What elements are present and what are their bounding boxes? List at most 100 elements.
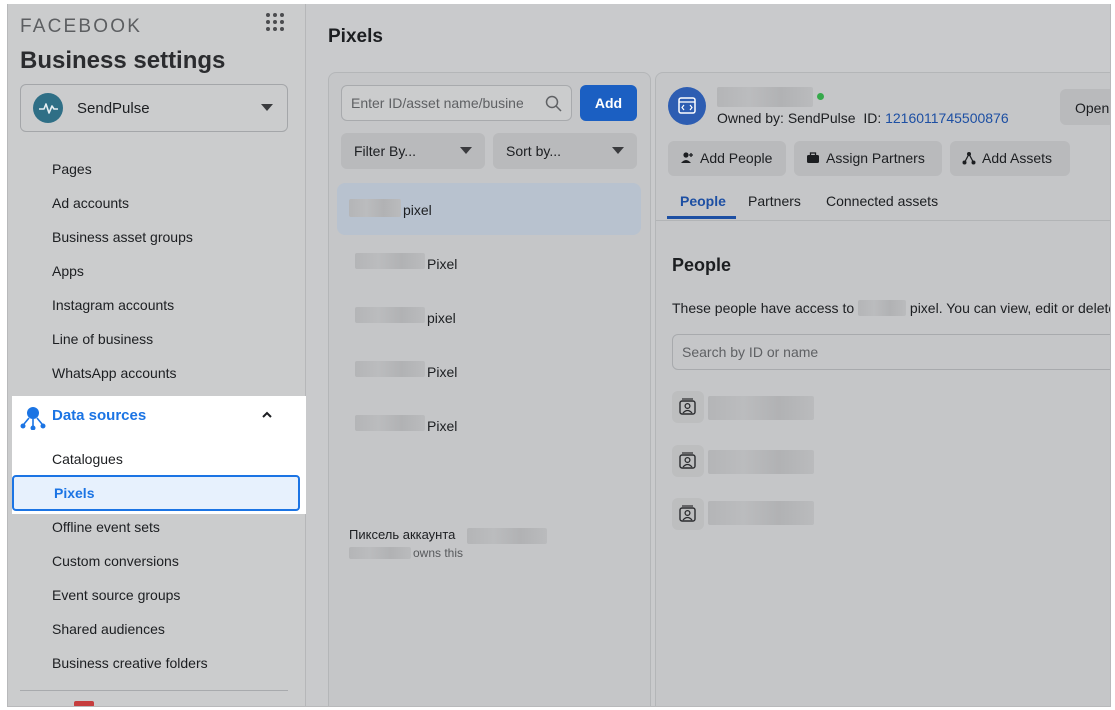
person-avatar xyxy=(672,498,704,530)
sidebar-item-ad-accounts[interactable]: Ad accounts xyxy=(52,195,129,211)
tab-people[interactable]: People xyxy=(680,193,726,209)
redacted-person-name xyxy=(708,501,814,525)
pixels-page-title: Pixels xyxy=(328,26,383,47)
redacted-person-name xyxy=(708,450,814,474)
people-search[interactable] xyxy=(672,334,1110,370)
sidebar-item-offline-event-sets[interactable]: Offline event sets xyxy=(52,519,160,535)
redacted-owner xyxy=(349,547,411,559)
tab-connected-assets[interactable]: Connected assets xyxy=(826,193,938,209)
add-assets-button[interactable]: Add Assets xyxy=(950,141,1070,176)
sidebar-section-data-sources[interactable]: Data sources xyxy=(52,407,146,424)
person-row[interactable] xyxy=(672,445,822,479)
owned-by-label: Owned by: SendPulse xyxy=(717,110,856,126)
pixel-label: pixel xyxy=(427,310,456,326)
person-avatar xyxy=(672,391,704,423)
pixel-list-item[interactable]: pixel xyxy=(337,183,641,235)
nodes-icon xyxy=(962,152,976,165)
person-row[interactable] xyxy=(672,391,822,425)
apps-grid-icon[interactable] xyxy=(266,13,286,33)
sidebar-item-apps[interactable]: Apps xyxy=(52,263,84,279)
assign-partners-label: Assign Partners xyxy=(826,150,925,166)
active-tab-indicator xyxy=(667,216,736,219)
people-search-input[interactable] xyxy=(673,335,1110,369)
account-avatar xyxy=(33,93,63,123)
sort-dropdown[interactable]: Sort by... xyxy=(493,133,637,169)
sidebar-item-label: Pixels xyxy=(54,485,95,501)
add-person-icon xyxy=(681,152,693,163)
id-label: ID: xyxy=(863,110,882,126)
tab-divider xyxy=(656,220,1110,221)
search-icon[interactable] xyxy=(545,95,562,112)
sidebar-item-pages[interactable]: Pages xyxy=(52,161,92,177)
add-button[interactable]: Add xyxy=(580,85,637,121)
pixel-label: pixel xyxy=(403,202,432,218)
chevron-down-icon xyxy=(612,147,624,154)
people-desc-prefix: These people have access to xyxy=(672,300,855,316)
account-pixel-label[interactable]: Пиксель аккаунта xyxy=(349,527,455,542)
people-heading: People xyxy=(672,255,732,275)
people-desc-suffix: pixel. You can view, edit or delete xyxy=(909,300,1111,316)
assign-partners-button[interactable]: Assign Partners xyxy=(794,141,942,176)
person-card-icon xyxy=(679,452,696,469)
sidebar-item-whatsapp-accounts[interactable]: WhatsApp accounts xyxy=(52,365,177,381)
people-description: These people have access to pixel. You c… xyxy=(672,300,1111,316)
redacted-name xyxy=(355,415,425,431)
redacted-name xyxy=(355,361,425,377)
tab-partners[interactable]: Partners xyxy=(748,193,801,209)
chevron-down-icon xyxy=(460,147,472,154)
open-button[interactable]: Open xyxy=(1060,89,1110,125)
person-row[interactable] xyxy=(672,498,822,532)
sidebar-item-instagram-accounts[interactable]: Instagram accounts xyxy=(52,297,174,313)
chevron-up-icon[interactable] xyxy=(261,410,273,420)
filter-dropdown[interactable]: Filter By... xyxy=(341,133,485,169)
person-card-icon xyxy=(679,398,696,415)
briefcase-icon xyxy=(807,152,819,163)
pixel-id-link[interactable]: 1216011745500876 xyxy=(885,110,1009,126)
pulse-icon xyxy=(39,103,58,114)
pixel-list-item[interactable]: Pixel xyxy=(337,345,641,397)
sidebar-item-business-asset-groups[interactable]: Business asset groups xyxy=(52,229,193,245)
app-window: FACEBOOK Business settings SendPulse Pag… xyxy=(7,4,1111,707)
redacted-name xyxy=(355,253,425,269)
pixel-label: Pixel xyxy=(427,256,458,272)
sidebar-item-line-of-business[interactable]: Line of business xyxy=(52,331,153,347)
person-avatar xyxy=(672,445,704,477)
sidebar-item-custom-conversions[interactable]: Custom conversions xyxy=(52,553,179,569)
chevron-down-icon xyxy=(261,104,273,111)
facebook-logo: FACEBOOK xyxy=(20,16,143,37)
pixel-label: Pixel xyxy=(427,364,458,380)
account-switcher[interactable]: SendPulse xyxy=(20,84,288,132)
sidebar: FACEBOOK Business settings SendPulse Pag… xyxy=(8,4,306,706)
sidebar-item-shared-audiences[interactable]: Shared audiences xyxy=(52,621,165,637)
code-window-icon xyxy=(678,97,696,114)
pixel-detail-panel: Owned by: SendPulse ID: 1216011745500876… xyxy=(655,72,1111,706)
pixel-list-item[interactable]: Pixel xyxy=(337,237,641,289)
filter-label: Filter By... xyxy=(354,143,416,159)
data-sources-icon xyxy=(20,407,46,430)
redacted-name xyxy=(349,199,401,217)
sidebar-divider xyxy=(20,690,288,691)
sidebar-item-pixels[interactable]: Pixels xyxy=(12,475,300,511)
sidebar-item-catalogues[interactable]: Catalogues xyxy=(52,451,123,467)
add-people-label: Add People xyxy=(700,150,773,166)
redacted-name xyxy=(467,528,547,544)
person-card-icon xyxy=(679,505,696,522)
asset-search[interactable] xyxy=(341,85,572,121)
page-title: Business settings xyxy=(20,47,226,74)
pixel-list-item[interactable]: Pixel xyxy=(337,399,641,451)
pixel-list-item[interactable]: pixel xyxy=(337,291,641,343)
open-label: Open xyxy=(1075,100,1110,116)
add-people-button[interactable]: Add People xyxy=(668,141,786,176)
add-assets-label: Add Assets xyxy=(982,150,1053,166)
sidebar-item-business-creative-folders[interactable]: Business creative folders xyxy=(52,655,208,671)
sidebar-item-event-source-groups[interactable]: Event source groups xyxy=(52,587,180,603)
pixel-list-panel: Add Filter By... Sort by... pixel Pixel … xyxy=(328,72,651,706)
asset-search-input[interactable] xyxy=(342,86,532,120)
pixel-avatar xyxy=(668,87,706,125)
sort-label: Sort by... xyxy=(506,143,561,159)
status-dot xyxy=(817,93,824,100)
redacted-pixel-name xyxy=(858,300,907,316)
account-pixel-owner: owns this xyxy=(413,546,464,560)
account-name: SendPulse xyxy=(77,100,150,117)
redacted-name xyxy=(355,307,425,323)
